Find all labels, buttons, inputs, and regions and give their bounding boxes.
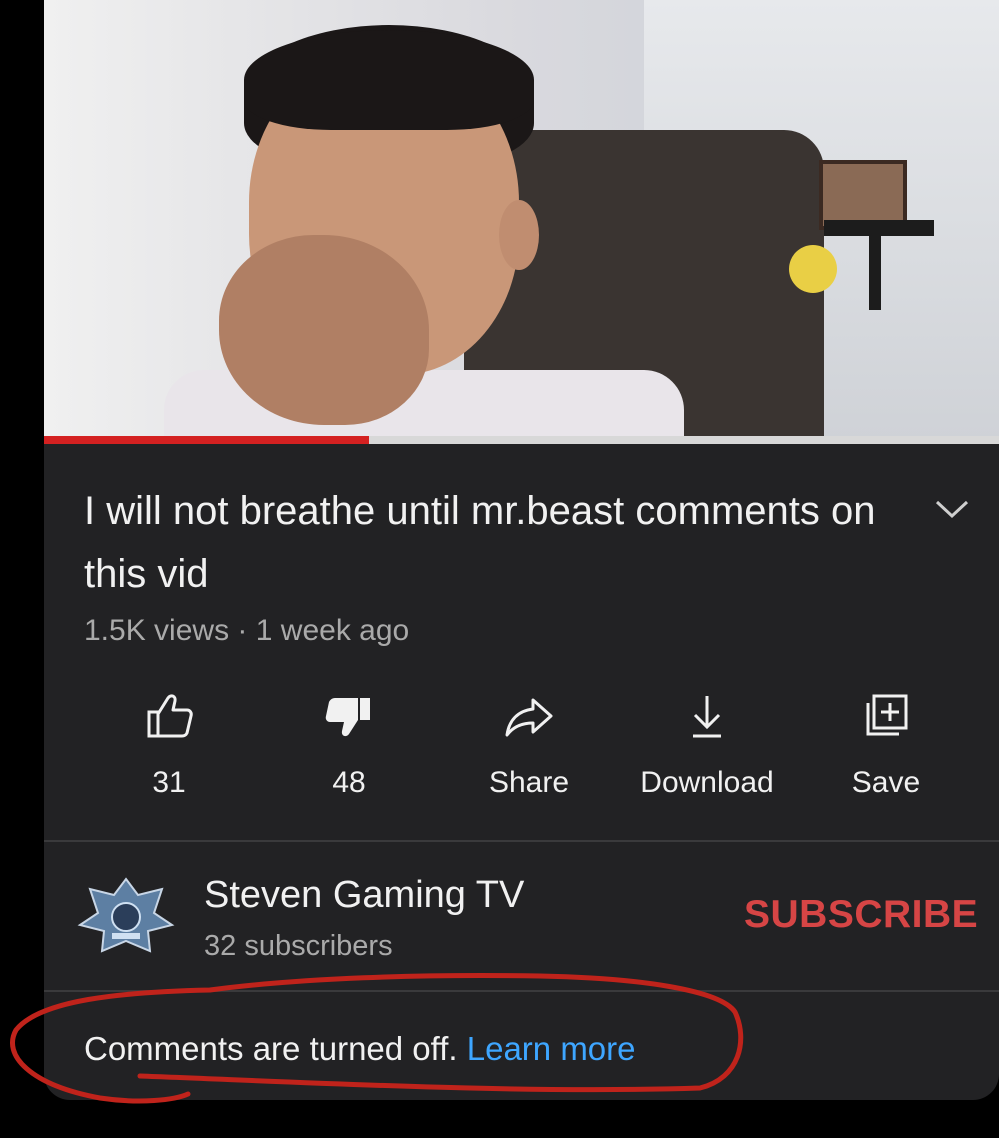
channel-avatar[interactable]: [76, 875, 176, 955]
save-button[interactable]: Save: [801, 690, 971, 800]
learn-more-link[interactable]: Learn more: [467, 1030, 636, 1067]
download-button[interactable]: Download: [622, 690, 792, 800]
subscribe-button[interactable]: SUBSCRIBE: [744, 893, 978, 937]
video-frame-shelf-pole: [869, 230, 881, 310]
share-arrow-icon: [505, 698, 553, 737]
meta-separator: ·: [237, 614, 248, 647]
comments-off-text: Comments are turned off.: [84, 1030, 458, 1067]
save-label: Save: [851, 766, 921, 799]
video-meta: 1.5K views · 1 week ago: [84, 614, 409, 648]
thumbs-up-icon: [147, 694, 193, 738]
youtube-app: I will not breathe until mr.beast commen…: [44, 0, 999, 1100]
channel-name[interactable]: Steven Gaming TV: [204, 874, 524, 917]
share-button[interactable]: Share: [444, 690, 614, 800]
thumbs-down-filled-icon: [325, 698, 370, 737]
video-progress-bar[interactable]: [44, 436, 999, 444]
video-frame-hair-top: [244, 30, 534, 130]
video-player[interactable]: [44, 0, 999, 440]
divider: [44, 840, 999, 842]
chevron-down-icon[interactable]: [934, 497, 970, 521]
video-frame-ear: [499, 200, 539, 270]
video-title: I will not breathe until mr.beast commen…: [84, 489, 876, 596]
upload-age: 1 week ago: [255, 614, 410, 647]
video-frame-hand: [219, 235, 429, 425]
subscriber-count: 32 subscribers: [204, 930, 393, 962]
download-label: Download: [640, 766, 774, 799]
add-to-playlist-icon: [866, 694, 908, 736]
video-progress-played: [44, 436, 369, 444]
action-bar: 31 48 Share Download Save: [44, 690, 999, 820]
comments-status: Comments are turned off. Learn more: [84, 1030, 636, 1068]
download-icon: [693, 696, 721, 738]
dislike-count: 48: [332, 766, 366, 799]
view-count: 1.5K views: [84, 614, 230, 647]
like-button[interactable]: 31: [84, 690, 254, 800]
like-count: 31: [152, 766, 186, 799]
dislike-button[interactable]: 48: [264, 690, 434, 800]
share-label: Share: [488, 766, 570, 799]
video-frame-toy: [789, 245, 837, 293]
divider: [44, 990, 999, 992]
